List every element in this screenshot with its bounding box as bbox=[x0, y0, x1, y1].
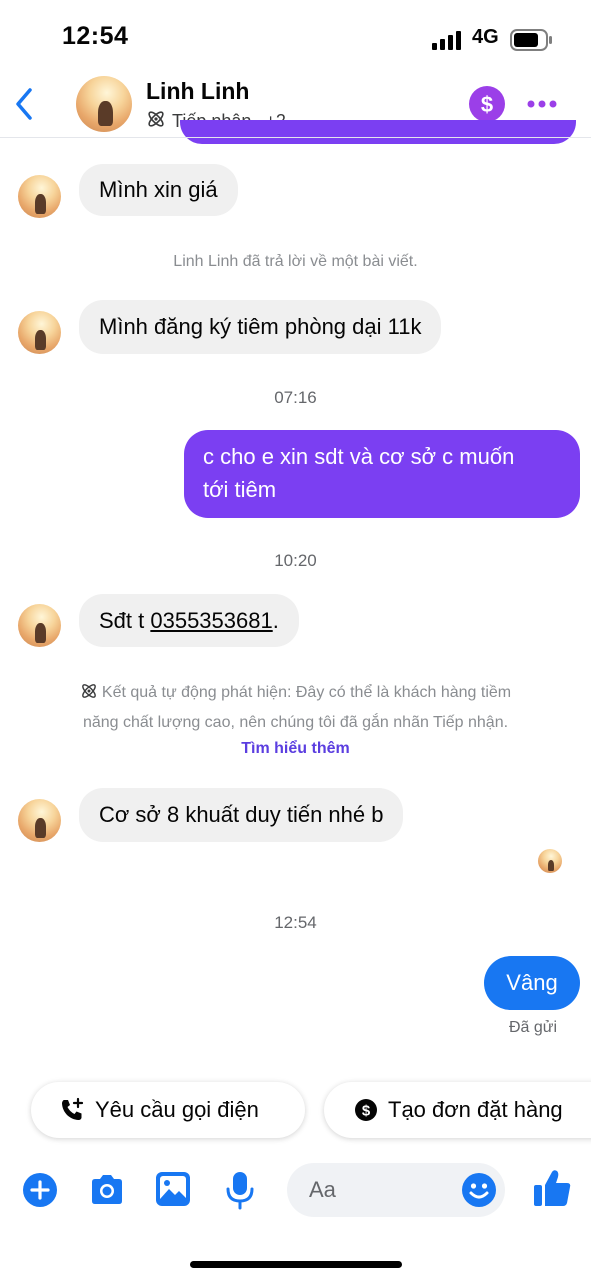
back-button[interactable] bbox=[8, 82, 42, 126]
incoming-message[interactable]: Mình xin giá bbox=[79, 164, 238, 216]
outgoing-message-line: c cho e xin sdt và cơ sở c muốn bbox=[203, 444, 515, 469]
seen-receipt-avatar bbox=[538, 849, 562, 873]
chevron-left-icon bbox=[16, 88, 32, 120]
network-type: 4G bbox=[472, 26, 499, 48]
image-icon bbox=[156, 1172, 190, 1206]
microphone-icon bbox=[226, 1172, 254, 1210]
camera-button[interactable] bbox=[88, 1172, 126, 1208]
create-order-button[interactable]: $ Tạo đơn đặt hàng bbox=[324, 1082, 591, 1138]
more-dots-icon bbox=[527, 100, 557, 108]
sender-avatar[interactable] bbox=[18, 604, 61, 647]
message-input-placeholder: Aa bbox=[309, 1177, 336, 1202]
atom-icon bbox=[146, 109, 166, 134]
auto-detect-notice: Kết quả tự động phát hiện: Đây có thể là… bbox=[0, 682, 591, 758]
reply-context-note: Linh Linh đã trả lời về một bài viết. bbox=[173, 253, 418, 270]
message-text: Sđt t bbox=[99, 607, 151, 633]
home-indicator bbox=[190, 1261, 402, 1268]
contact-name[interactable]: Linh Linh bbox=[146, 78, 249, 105]
emoji-icon bbox=[462, 1173, 496, 1207]
auto-detect-text: năng chất lượng cao, nên chúng tôi đã gắ… bbox=[82, 714, 509, 731]
sender-avatar[interactable] bbox=[18, 799, 61, 842]
svg-text:$: $ bbox=[481, 92, 493, 117]
more-options-button[interactable] bbox=[526, 96, 560, 112]
sent-status: Đã gửi bbox=[509, 1019, 558, 1036]
call-request-label: Yêu cầu gọi điện bbox=[95, 1097, 259, 1122]
voice-button[interactable] bbox=[224, 1170, 256, 1210]
auto-detect-text: Kết quả tự động phát hiện: Đây có thể là… bbox=[101, 684, 512, 701]
gallery-button[interactable] bbox=[155, 1171, 191, 1207]
camera-icon bbox=[92, 1175, 122, 1204]
message-text: . bbox=[272, 607, 279, 633]
phone-number-link[interactable]: 0355353681 bbox=[150, 608, 272, 634]
learn-more-link[interactable]: Tìm hiểu thêm bbox=[0, 740, 591, 758]
message-timestamp: 07:16 bbox=[274, 388, 317, 407]
incoming-message[interactable]: Cơ sở 8 khuất duy tiến nhé b bbox=[79, 788, 404, 842]
header-divider bbox=[0, 137, 591, 138]
thumbs-up-icon bbox=[534, 1170, 571, 1206]
incoming-message[interactable]: Mình đăng ký tiêm phòng dại 11k bbox=[79, 300, 442, 354]
emoji-button[interactable] bbox=[461, 1172, 497, 1208]
plus-circle-icon bbox=[23, 1173, 57, 1207]
previous-message-bubble bbox=[180, 120, 576, 144]
dollar-circle-icon: $ bbox=[354, 1098, 378, 1122]
atom-icon bbox=[80, 682, 98, 705]
sender-avatar[interactable] bbox=[18, 175, 61, 218]
call-request-button[interactable]: Yêu cầu gọi điện bbox=[31, 1082, 305, 1138]
sender-avatar[interactable] bbox=[18, 311, 61, 354]
create-order-label: Tạo đơn đặt hàng bbox=[388, 1097, 563, 1122]
outgoing-message[interactable]: c cho e xin sdt và cơ sở c muốn tới tiêm bbox=[184, 430, 580, 518]
phone-add-icon bbox=[59, 1097, 85, 1123]
dollar-icon: $ bbox=[481, 92, 493, 117]
battery-icon bbox=[510, 29, 554, 51]
like-button[interactable] bbox=[532, 1168, 572, 1208]
outgoing-message[interactable]: Vâng bbox=[484, 956, 580, 1010]
incoming-message[interactable]: Sđt t 0355353681 . bbox=[79, 594, 299, 647]
contact-avatar[interactable] bbox=[76, 76, 132, 132]
outgoing-message-text: Vâng bbox=[506, 970, 558, 995]
signal-icon bbox=[432, 30, 464, 50]
status-time: 12:54 bbox=[62, 22, 129, 50]
payment-button[interactable]: $ bbox=[469, 86, 505, 122]
message-timestamp: 12:54 bbox=[274, 913, 317, 932]
message-timestamp: 10:20 bbox=[274, 551, 317, 570]
svg-text:$: $ bbox=[362, 1103, 371, 1120]
add-button[interactable] bbox=[22, 1172, 58, 1208]
outgoing-message-line: tới tiêm bbox=[203, 477, 277, 502]
